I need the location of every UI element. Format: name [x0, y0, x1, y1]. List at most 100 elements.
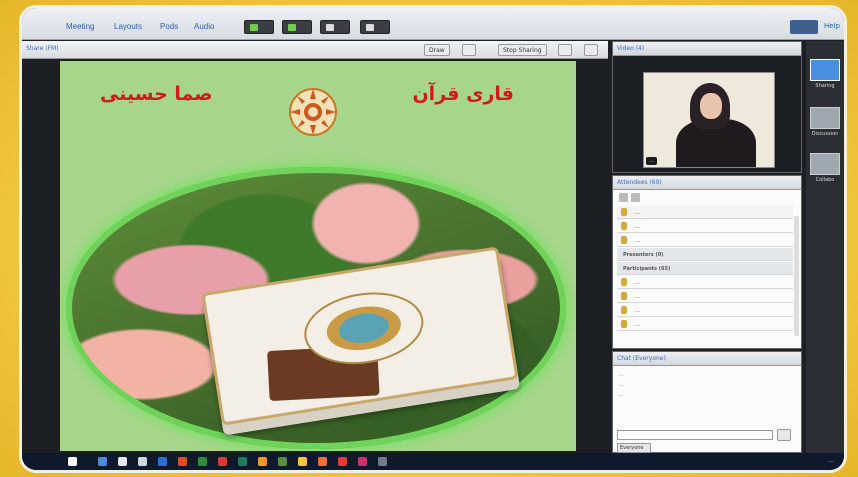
chat-messages: … … …	[619, 372, 789, 402]
chat-message: …	[619, 372, 624, 378]
share-pod: Share (FM) Draw Stop Sharing صما حسینی ق…	[22, 41, 608, 453]
menu-layouts[interactable]: Layouts	[114, 22, 142, 31]
attendees-scrollbar[interactable]	[794, 216, 799, 336]
taskbar-app-icon[interactable]	[118, 457, 127, 466]
attendee-name: …	[635, 322, 640, 328]
pointer-button[interactable]	[462, 44, 476, 56]
emblem-logo	[289, 88, 337, 136]
chat-pod-header: Chat (Everyone)	[613, 352, 801, 366]
taskbar-app-icon[interactable]	[318, 457, 327, 466]
draw-button[interactable]: Draw	[424, 44, 450, 56]
system-clock: …	[828, 457, 834, 464]
camera-icon	[288, 24, 296, 31]
attendee-row[interactable]: …	[617, 234, 793, 247]
attendee-row[interactable]: …	[617, 206, 793, 219]
camera-button[interactable]	[282, 20, 312, 34]
hand-icon	[366, 24, 374, 31]
attendees-pod-title: Attendees (69)	[617, 179, 662, 186]
webcam-name-label: …	[646, 157, 657, 165]
person-icon	[621, 222, 627, 230]
attendee-name: …	[635, 294, 640, 300]
speaker-icon	[326, 24, 334, 31]
slide-role-title: قاری قرآن	[412, 83, 514, 105]
taskbar-app-icon[interactable]	[278, 457, 287, 466]
list-view-icon[interactable]	[619, 193, 628, 202]
attendee-section-header[interactable]: Presenters (0)	[617, 248, 793, 261]
taskbar-app-icon[interactable]	[338, 457, 347, 466]
meeting-window: Meeting Layouts Pods Audio Help Share (F…	[22, 8, 844, 470]
attendees-toolbar	[617, 193, 797, 203]
menu-audio[interactable]: Audio	[194, 22, 214, 31]
taskbar-app-icon[interactable]	[258, 457, 267, 466]
attendee-row[interactable]: …	[617, 304, 793, 317]
share-pod-header: Share (FM) Draw Stop Sharing	[22, 41, 608, 59]
taskbar-app-icon[interactable]	[378, 457, 387, 466]
attendee-row[interactable]: …	[617, 220, 793, 233]
layout-thumbnail	[810, 59, 840, 81]
help-link[interactable]: Help	[824, 22, 840, 30]
taskbar-app-icon[interactable]	[98, 457, 107, 466]
taskbar-app-icon[interactable]	[198, 457, 207, 466]
attendee-name: Presenters (0)	[623, 252, 664, 258]
layout-discussion[interactable]: Discussion	[810, 107, 840, 137]
status-icon[interactable]	[631, 193, 640, 202]
attendees-pod: Attendees (69) … … … Presenters (0) Particip…	[612, 175, 802, 349]
windows-start-icon[interactable]	[68, 457, 77, 466]
attendee-name: …	[635, 308, 640, 314]
attendee-name: …	[635, 224, 640, 230]
attendee-row[interactable]: …	[617, 318, 793, 331]
chat-tab-everyone[interactable]: Everyone	[617, 443, 651, 453]
attendee-name: …	[635, 280, 640, 286]
taskbar-app-icon[interactable]	[238, 457, 247, 466]
raise-hand-button[interactable]	[360, 20, 390, 34]
layout-label: Discussion	[811, 131, 839, 137]
speaker-button[interactable]	[320, 20, 350, 34]
chat-message: …	[619, 382, 624, 388]
layout-collaboration[interactable]: Collabo	[810, 153, 840, 183]
fullscreen-button[interactable]	[558, 44, 572, 56]
taskbar-app-icon[interactable]	[158, 457, 167, 466]
attendee-name: …	[635, 210, 640, 216]
stop-sharing-button[interactable]: Stop Sharing	[498, 44, 547, 56]
attendee-row[interactable]: …	[617, 276, 793, 289]
layout-sharing[interactable]: Sharing	[810, 59, 840, 89]
chat-input[interactable]	[617, 430, 773, 440]
microphone-button[interactable]	[244, 20, 274, 34]
layout-thumbnail	[810, 107, 840, 129]
person-icon	[621, 292, 627, 300]
taskbar-app-icon[interactable]	[298, 457, 307, 466]
layouts-panel: Sharing Discussion Collabo	[806, 41, 844, 453]
layout-label: Collabo	[815, 177, 835, 183]
pod-menu-button[interactable]	[584, 44, 598, 56]
layout-label: Sharing	[815, 83, 835, 89]
attendee-name: Participants (65)	[623, 266, 671, 272]
person-icon	[621, 306, 627, 314]
attendees-pod-header: Attendees (69)	[613, 176, 801, 190]
menu-pods[interactable]: Pods	[160, 22, 178, 31]
taskbar-app-icon[interactable]	[218, 457, 227, 466]
microphone-icon	[250, 24, 258, 31]
menu-meeting[interactable]: Meeting	[66, 22, 94, 31]
person-icon	[621, 278, 627, 286]
video-pod-header: Video (4)	[613, 42, 801, 56]
person-icon	[621, 208, 627, 216]
person-icon	[621, 320, 627, 328]
chat-pod: Chat (Everyone) … … … Everyone	[612, 351, 802, 453]
person-face	[700, 93, 722, 119]
send-message-button[interactable]	[777, 429, 791, 441]
os-taskbar: …	[22, 453, 844, 470]
taskbar-app-icon[interactable]	[178, 457, 187, 466]
taskbar-app-icon[interactable]	[358, 457, 367, 466]
share-pod-title: Share (FM)	[26, 45, 59, 52]
menu-bar: Meeting Layouts Pods Audio Help	[22, 8, 844, 40]
chat-pod-title: Chat (Everyone)	[617, 355, 666, 362]
settings-button[interactable]	[790, 20, 818, 34]
slide-reciter-name: صما حسینی	[100, 83, 213, 105]
chat-message: …	[619, 392, 624, 398]
attendee-section-header[interactable]: Participants (65)	[617, 262, 793, 275]
video-pod-title: Video (4)	[617, 45, 645, 52]
taskbar-app-icon[interactable]	[138, 457, 147, 466]
attendee-row[interactable]: …	[617, 290, 793, 303]
shared-slide: صما حسینی قاری قرآن	[60, 61, 576, 451]
webcam-feed[interactable]: …	[643, 72, 775, 168]
